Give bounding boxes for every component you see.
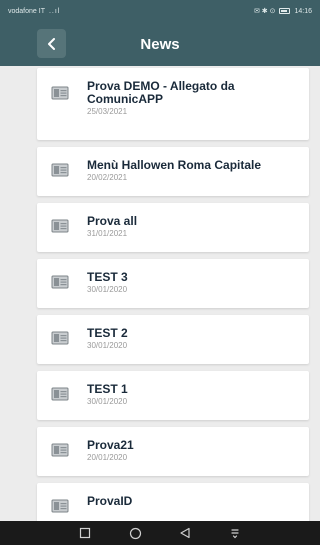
news-title: Prova all — [87, 214, 138, 228]
news-date: 20/01/2020 — [87, 453, 128, 462]
attachment-icon — [51, 163, 69, 177]
news-item[interactable]: TEST 1 30/01/2020 — [37, 371, 309, 420]
chevron-left-icon — [47, 37, 55, 50]
attachment-icon — [51, 387, 69, 401]
status-bar-right: ✉ ✱ ⊙ 14:16 — [253, 7, 312, 16]
attachment-icon — [51, 331, 69, 345]
news-date: 30/01/2020 — [87, 397, 128, 406]
phone-screen: vodafone IT ..ıl ✉ ✱ ⊙ 14:16 News Prova … — [0, 0, 320, 545]
attachment-icon — [51, 219, 69, 233]
triangle-back-icon[interactable] — [178, 526, 192, 540]
news-item[interactable]: Prova all 31/01/2021 — [37, 203, 309, 252]
news-title: Menù Hallowen Roma Capitale — [87, 158, 262, 172]
carrier-label: vodafone IT — [8, 7, 45, 15]
news-item[interactable]: TEST 2 30/01/2020 — [37, 315, 309, 364]
app-bar: News — [0, 22, 320, 66]
news-title: TEST 1 — [87, 382, 128, 396]
news-item[interactable]: Prova21 20/01/2020 — [37, 427, 309, 476]
news-date: 25/03/2021 — [87, 107, 128, 116]
news-date: 30/01/2020 — [87, 285, 128, 294]
news-item[interactable]: Menù Hallowen Roma Capitale 20/02/2021 — [37, 147, 309, 196]
attachment-icon — [51, 275, 69, 289]
clock: 14:16 — [294, 7, 312, 15]
news-date: 31/01/2021 — [87, 229, 128, 238]
page-title: News — [140, 35, 180, 53]
battery-icon — [279, 8, 291, 14]
news-item[interactable]: TEST 3 30/01/2020 — [37, 259, 309, 308]
circle-icon[interactable] — [128, 526, 142, 540]
news-title: Prova DEMO - Allegato da ComunicAPP — [87, 79, 235, 106]
news-title: TEST 2 — [87, 326, 128, 340]
status-bar: vodafone IT ..ıl ✉ ✱ ⊙ 14:16 — [0, 0, 320, 22]
attachment-icon — [51, 86, 69, 100]
news-list[interactable]: Prova DEMO - Allegato da ComunicAPP 25/0… — [37, 68, 309, 523]
news-title: Prova21 — [87, 438, 134, 452]
status-icons: ✉ ✱ ⊙ — [253, 8, 276, 15]
news-title: TEST 3 — [87, 270, 128, 284]
news-date: 20/02/2021 — [87, 173, 128, 182]
android-nav-bar — [0, 521, 320, 545]
news-item[interactable]: Prova DEMO - Allegato da ComunicAPP 25/0… — [37, 68, 309, 140]
status-bar-left: vodafone IT ..ıl — [8, 8, 60, 15]
notification-icon[interactable] — [228, 526, 242, 540]
back-button[interactable] — [37, 29, 66, 58]
news-date: 30/01/2020 — [87, 341, 128, 350]
square-icon[interactable] — [78, 526, 92, 540]
attachment-icon — [51, 443, 69, 457]
signal-icon: ..ıl — [48, 7, 61, 15]
news-title: ProvaID — [87, 494, 133, 508]
attachment-icon — [51, 499, 69, 513]
news-item[interactable]: ProvaID — [37, 483, 309, 523]
